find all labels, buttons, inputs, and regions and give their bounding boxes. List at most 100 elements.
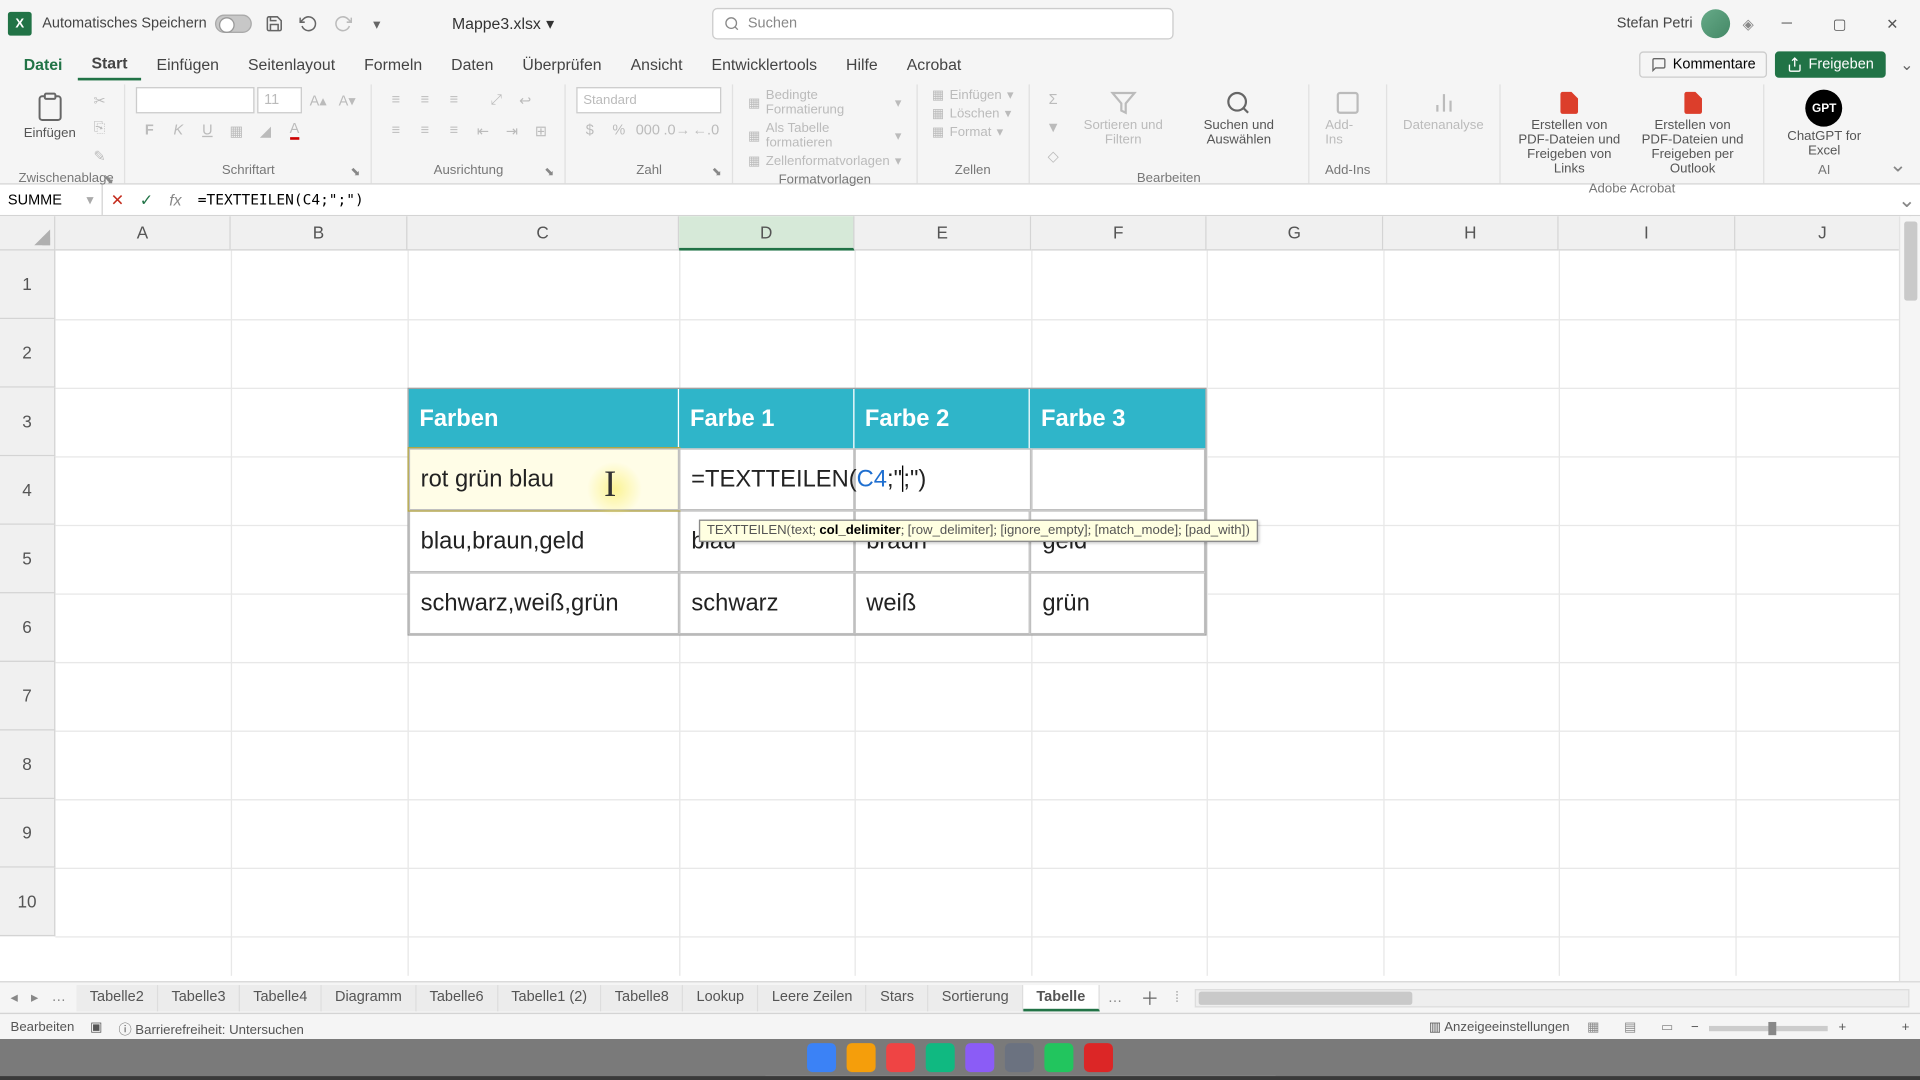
align-right-icon[interactable]: ≡ — [441, 117, 467, 143]
percent-icon[interactable]: % — [606, 117, 632, 143]
zoom-slider[interactable] — [1709, 1025, 1828, 1030]
row-header-9[interactable]: 9 — [0, 799, 55, 868]
cell-c4[interactable]: rot grün blau — [409, 448, 679, 510]
user-account[interactable]: Stefan Petri — [1617, 9, 1730, 38]
diamond-icon[interactable]: ◈ — [1743, 15, 1754, 32]
cell-c6[interactable]: schwarz,weiß,grün — [409, 572, 680, 634]
minimize-button[interactable]: ─ — [1767, 5, 1807, 42]
qat-dropdown-icon[interactable]: ▾ — [365, 12, 389, 36]
horizontal-scrollbar[interactable] — [1195, 988, 1910, 1006]
spreadsheet-grid[interactable]: ABCDEFGHIJ 12345678910 Farben Farbe 1 Fa… — [0, 216, 1920, 981]
font-name-input[interactable] — [136, 87, 255, 113]
orientation-icon[interactable]: ⤢ — [483, 87, 509, 113]
page-layout-view-icon[interactable]: ▤ — [1617, 1017, 1643, 1038]
name-box[interactable]: SUMME ▾ — [0, 185, 103, 215]
row-header-2[interactable]: 2 — [0, 319, 55, 388]
sheet-tab-diagramm[interactable]: Diagramm — [322, 984, 417, 1010]
sheet-tab-tabelle[interactable]: Tabelle — [1023, 984, 1100, 1010]
align-center-icon[interactable]: ≡ — [412, 117, 438, 143]
indent-dec-icon[interactable]: ⇤ — [470, 117, 496, 143]
select-all-button[interactable] — [0, 216, 55, 250]
row-header-3[interactable]: 3 — [0, 388, 55, 457]
fill-color-icon[interactable]: ◢ — [252, 117, 278, 143]
macro-record-icon[interactable]: ▣ — [90, 1021, 102, 1036]
column-header-c[interactable]: C — [407, 216, 679, 250]
merge-icon[interactable]: ⊞ — [528, 117, 554, 143]
cell-styles-button[interactable]: ▦Zellenformatvorlagen ▾ — [744, 153, 905, 170]
cell-c5[interactable]: blau,braun,geld — [409, 510, 680, 572]
column-header-a[interactable]: A — [55, 216, 230, 250]
cancel-formula-icon[interactable]: ✕ — [103, 191, 132, 209]
inc-decimal-icon[interactable]: .0→ — [664, 117, 690, 143]
addins-button[interactable]: Add-Ins — [1320, 87, 1375, 150]
ribbon-display-options-icon[interactable]: ⌄ — [1889, 152, 1907, 178]
cell-f4[interactable] — [1031, 448, 1206, 510]
fx-icon[interactable]: fx — [161, 191, 190, 209]
taskbar-app-icon[interactable] — [965, 1043, 994, 1072]
tab-help[interactable]: Hilfe — [833, 50, 891, 79]
row-header-8[interactable]: 8 — [0, 731, 55, 800]
tab-insert[interactable]: Einfügen — [143, 50, 232, 79]
decrease-font-icon[interactable]: A▾ — [334, 87, 360, 113]
taskbar-app-icon[interactable] — [1005, 1043, 1034, 1072]
expand-formula-bar-icon[interactable]: ⌄ — [1894, 187, 1920, 213]
taskbar-app-icon[interactable] — [926, 1043, 955, 1072]
sheet-nav-prev-icon[interactable]: ▸ — [26, 986, 44, 1008]
conditional-formatting-button[interactable]: ▦Bedingte Formatierung ▾ — [744, 87, 905, 119]
create-pdf-link-button[interactable]: Erstellen von PDF-Dateien und Freigeben … — [1511, 87, 1627, 179]
sheet-tab-tabelle4[interactable]: Tabelle4 — [240, 984, 322, 1010]
row-header-5[interactable]: 5 — [0, 525, 55, 594]
fill-icon[interactable]: ▼ — [1040, 115, 1066, 141]
zoom-level[interactable]: + — [1857, 1021, 1910, 1036]
column-header-i[interactable]: I — [1559, 216, 1736, 250]
cell-d6[interactable]: schwarz — [680, 572, 855, 634]
border-icon[interactable]: ▦ — [223, 117, 249, 143]
display-settings-button[interactable]: ▥ Anzeigeeinstellungen — [1429, 1021, 1570, 1036]
tab-pagelayout[interactable]: Seitenlayout — [235, 50, 348, 79]
autosave-toggle[interactable]: Automatisches Speichern — [42, 15, 251, 33]
redo-icon[interactable] — [331, 12, 355, 36]
tab-developer[interactable]: Entwicklertools — [698, 50, 830, 79]
align-top-icon[interactable]: ≡ — [383, 87, 409, 113]
tab-start[interactable]: Start — [78, 49, 140, 81]
insert-cells-button[interactable]: ▦Einfügen ▾ — [928, 87, 1018, 104]
accept-formula-icon[interactable]: ✓ — [132, 191, 161, 209]
bold-icon[interactable]: F — [136, 117, 162, 143]
copy-icon[interactable]: ⎘ — [86, 115, 112, 141]
align-bottom-icon[interactable]: ≡ — [441, 87, 467, 113]
tab-review[interactable]: Überprüfen — [509, 50, 615, 79]
tab-view[interactable]: Ansicht — [617, 50, 695, 79]
toggle-switch-icon[interactable] — [215, 15, 252, 33]
delete-cells-button[interactable]: ▦Löschen ▾ — [928, 105, 1015, 122]
taskbar-app-icon[interactable] — [886, 1043, 915, 1072]
sheet-tab-tabelle8[interactable]: Tabelle8 — [602, 984, 684, 1010]
sheet-tab-tabelle3[interactable]: Tabelle3 — [158, 984, 240, 1010]
normal-view-icon[interactable]: ▦ — [1580, 1017, 1606, 1038]
save-icon[interactable] — [262, 12, 286, 36]
clear-icon[interactable]: ◇ — [1040, 142, 1066, 168]
sheet-nav-more-icon[interactable]: … — [46, 986, 71, 1008]
row-header-4[interactable]: 4 — [0, 456, 55, 525]
taskbar-app-icon[interactable] — [1084, 1043, 1113, 1072]
maximize-button[interactable]: ▢ — [1820, 5, 1860, 42]
data-analysis-button[interactable]: Datenanalyse — [1398, 87, 1489, 136]
currency-icon[interactable]: $ — [577, 117, 603, 143]
sheet-tab-leere-zeilen[interactable]: Leere Zeilen — [759, 984, 867, 1010]
align-left-icon[interactable]: ≡ — [383, 117, 409, 143]
column-header-b[interactable]: B — [231, 216, 408, 250]
format-painter-icon[interactable]: ✎ — [86, 142, 112, 168]
sheet-tab-tabelle1-2-[interactable]: Tabelle1 (2) — [498, 984, 601, 1010]
collapse-ribbon-icon[interactable]: ⌄ — [1894, 55, 1920, 73]
column-header-f[interactable]: F — [1031, 216, 1206, 250]
taskbar-app-icon[interactable] — [847, 1043, 876, 1072]
column-header-e[interactable]: E — [855, 216, 1032, 250]
column-header-d[interactable]: D — [679, 216, 854, 250]
tab-file[interactable]: Datei — [11, 50, 76, 79]
page-break-view-icon[interactable]: ▭ — [1654, 1017, 1680, 1038]
find-select-button[interactable]: Suchen und Auswählen — [1180, 87, 1297, 150]
indent-inc-icon[interactable]: ⇥ — [499, 117, 525, 143]
tab-formulas[interactable]: Formeln — [351, 50, 435, 79]
dec-decimal-icon[interactable]: ←.0 — [693, 117, 719, 143]
format-as-table-button[interactable]: ▦Als Tabelle formatieren ▾ — [744, 120, 905, 152]
font-size-input[interactable] — [257, 87, 302, 113]
